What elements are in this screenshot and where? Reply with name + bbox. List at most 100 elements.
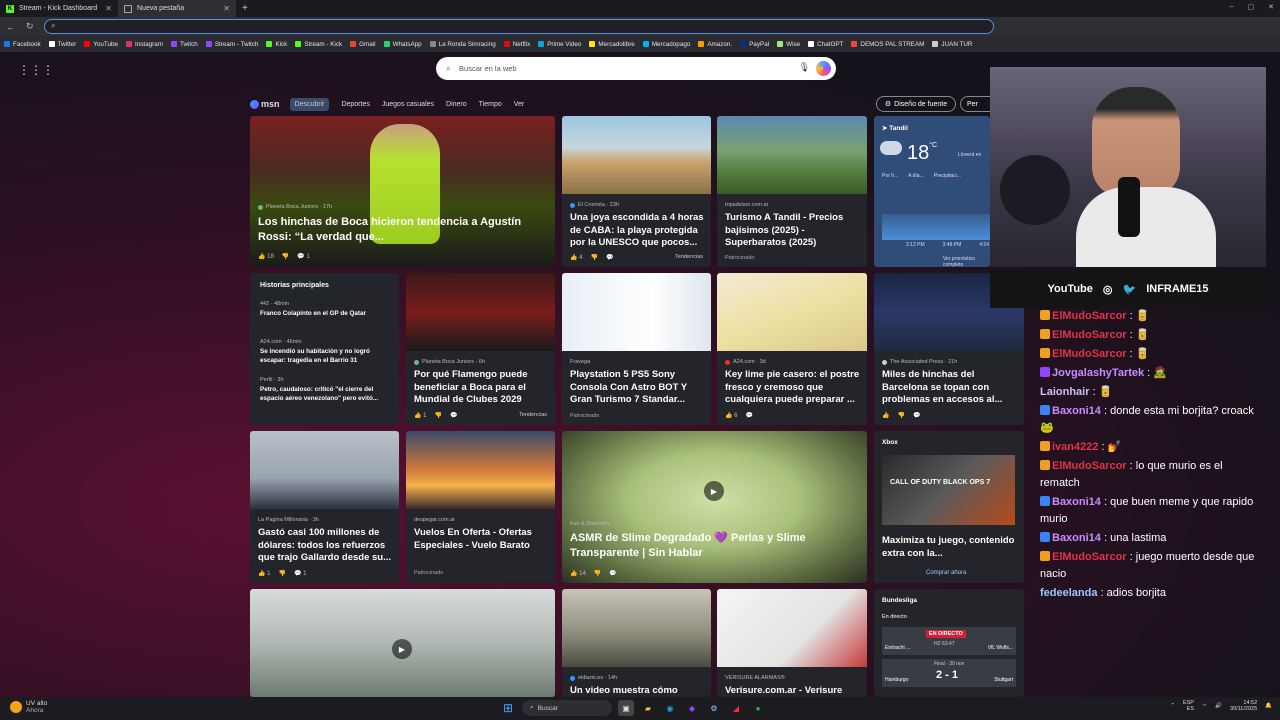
back-icon[interactable]: ←	[6, 22, 20, 32]
bookmark-item[interactable]: La Ronda Simracing	[429, 41, 496, 48]
close-tab-icon[interactable]: ✕	[223, 4, 230, 13]
chat-username[interactable]: ElMudoSarcor	[1052, 551, 1127, 563]
tab-hourly[interactable]: Por h...	[882, 173, 898, 179]
like-icon[interactable]: 👍 14	[570, 570, 586, 577]
comment-icon[interactable]: 💬	[609, 570, 616, 577]
edge-icon[interactable]: ◉	[662, 700, 678, 716]
bookmark-item[interactable]: Kick	[266, 41, 287, 48]
like-icon[interactable]: 👍 6	[725, 412, 737, 419]
news-card-cronista[interactable]: El Cronista · 23h Una joya escondida a 4…	[562, 116, 711, 267]
bookmark-item[interactable]: Wise	[777, 41, 800, 48]
dislike-icon[interactable]: 👎	[282, 253, 289, 260]
chat-username[interactable]: ElMudoSarcor	[1052, 348, 1127, 360]
microphone-icon[interactable]: 🎙	[799, 62, 810, 73]
notifications-icon[interactable]: 🔔	[1265, 703, 1272, 709]
minimize-button[interactable]: –	[1230, 3, 1234, 11]
msn-logo[interactable]: msn	[250, 99, 280, 109]
bookmark-item[interactable]: PayPal	[740, 41, 769, 48]
live-match[interactable]: Eintracht ... EN DIRECTO HZ 63:47 VfL Wo…	[882, 627, 1016, 655]
chat-username[interactable]: ivan4222	[1052, 441, 1098, 453]
file-explorer-icon[interactable]: ▰	[640, 700, 656, 716]
maximize-button[interactable]: ▢	[1248, 3, 1255, 11]
bookmark-item[interactable]: Mercadolibre	[589, 41, 635, 48]
taskbar-search[interactable]: ⌕ Buscar	[522, 700, 612, 716]
play-icon[interactable]: ▶	[392, 639, 412, 659]
bundesliga-card[interactable]: Bundesliga En directo Eintracht ... EN D…	[874, 589, 1024, 697]
bookmark-item[interactable]: Mercadopago	[642, 41, 690, 48]
task-view-icon[interactable]: ▣	[618, 700, 634, 716]
address-input[interactable]: ⌕	[44, 19, 994, 34]
wifi-icon[interactable]: ⌔	[1202, 703, 1207, 710]
weather-widget[interactable]: ➤ Tandil 18°C Lloverá en Por h... A día.…	[874, 116, 990, 267]
nav-deportes[interactable]: Deportes	[341, 101, 369, 108]
discord-icon[interactable]: ◆	[684, 700, 700, 716]
reload-icon[interactable]: ↻	[26, 21, 40, 32]
steam-icon[interactable]: ⚙	[706, 700, 722, 716]
news-card-flamengo[interactable]: Planeta Boca Juniors · 6h Por qué Flamen…	[406, 273, 555, 425]
like-icon[interactable]: 👍 1	[258, 570, 270, 577]
volume-icon[interactable]: 🔊	[1215, 703, 1222, 709]
chat-username[interactable]: JovgalashyTartek	[1052, 367, 1144, 379]
taskbar-weather[interactable]: UV alto Ahora	[10, 700, 47, 714]
xbox-card[interactable]: Xbox CALL OF DUTY BLACK OPS 7 Maximiza t…	[874, 431, 1024, 583]
bookmark-item[interactable]: Amazon.	[698, 41, 732, 48]
forecast-link[interactable]: Ver pronóstico completo	[943, 256, 990, 267]
spotify-icon[interactable]: ●	[750, 700, 766, 716]
ad-card-verisure[interactable]: VERISURE ALARMAS® Verisure.com.ar - Veri…	[717, 589, 867, 697]
tab-new-tab[interactable]: Nueva pestaña ✕	[118, 0, 236, 17]
like-icon[interactable]: 👍 1	[414, 412, 426, 419]
bookmark-item[interactable]: ChatGPT	[808, 41, 843, 48]
news-card-eldiario[interactable]: eldiario.es · 14h Un video muestra cómo	[562, 589, 711, 697]
bookmark-item[interactable]: Twitch	[170, 41, 198, 48]
language-indicator[interactable]: ESP ES	[1183, 700, 1194, 712]
news-card-lime-pie[interactable]: A24.com · 3d Key lime pie casero: el pos…	[717, 273, 867, 425]
dislike-icon[interactable]: 👎	[594, 570, 601, 577]
nav-juegos-casuales[interactable]: Juegos casuales	[382, 101, 434, 108]
final-match[interactable]: Hamburgo Final · 30 nov 2 - 1 Stuttgart	[882, 659, 1016, 687]
play-icon[interactable]: ▶	[704, 481, 724, 501]
like-icon[interactable]: 👍 4	[570, 254, 582, 261]
dislike-icon[interactable]: 👎	[590, 254, 597, 261]
comment-icon[interactable]: 💬	[606, 254, 613, 261]
ad-card-ps5[interactable]: Fravega Playstation 5 PS5 Sony Consola C…	[562, 273, 711, 425]
apps-grid-icon[interactable]: ⋮⋮⋮	[18, 63, 54, 77]
tray-chevron-icon[interactable]: ⌃	[1170, 703, 1175, 709]
dislike-icon[interactable]: 👎	[897, 412, 904, 419]
bookmark-item[interactable]: Instagram	[125, 41, 163, 48]
dislike-icon[interactable]: 👎	[434, 412, 441, 419]
bookmark-item[interactable]: YouTube	[84, 41, 118, 48]
comment-icon[interactable]: 💬	[913, 412, 920, 419]
chat-username[interactable]: Baxoni14	[1052, 532, 1101, 544]
windows-start-icon[interactable]: ⊞	[500, 700, 516, 716]
design-button[interactable]: ⚙ Diseño de fuente	[876, 96, 956, 112]
nav-tiempo[interactable]: Tiempo	[479, 101, 502, 108]
ad-card-vuelos[interactable]: despegar.com.ar Vuelos En Oferta - Ofert…	[406, 431, 555, 583]
dislike-icon[interactable]: 👎	[278, 570, 285, 577]
bookmark-item[interactable]: JUAN TUR	[932, 41, 972, 48]
video-card-slime[interactable]: ▶ Fun & Diversión ASMR de Slime Degradad…	[562, 431, 867, 583]
nav-ver[interactable]: Ver	[514, 101, 525, 108]
bookmark-item[interactable]: DEMOS PAL STREAM	[851, 41, 924, 48]
like-icon[interactable]: 👍	[882, 412, 889, 419]
web-search-box[interactable]: ⌕ Buscar en la web 🎙	[436, 57, 836, 80]
chat-username[interactable]: fedeelanda	[1040, 587, 1097, 599]
like-icon[interactable]: 👍 18	[258, 253, 274, 260]
bookmark-item[interactable]: Netflix	[503, 41, 530, 48]
close-tab-icon[interactable]: ✕	[105, 4, 112, 13]
bookmark-item[interactable]: Twitter	[48, 41, 76, 48]
copilot-icon[interactable]	[816, 61, 831, 76]
bookmark-item[interactable]: Gmail	[350, 41, 376, 48]
tab-kick-dashboard[interactable]: K Stream - Kick Dashboard ✕	[0, 0, 118, 17]
bookmark-item[interactable]: WhatsApp	[383, 41, 422, 48]
story-item[interactable]: Perfil · 3h Petro, caudaloso: criticó "el…	[260, 377, 390, 403]
chat-username[interactable]: Laionhair	[1040, 386, 1090, 398]
nav-dinero[interactable]: Dinero	[446, 101, 467, 108]
news-card-gallardo[interactable]: La Pagina Millonaria · 3h Gastó casi 100…	[250, 431, 399, 583]
bookmark-item[interactable]: Prime Video	[538, 41, 581, 48]
bookmark-item[interactable]: Facebook	[4, 41, 41, 48]
story-item[interactable]: 442 · 48min Franco Colapinto en el GP de …	[260, 301, 390, 318]
tab-precip[interactable]: Precipitaci...	[934, 173, 961, 179]
new-tab-button[interactable]: +	[236, 3, 254, 14]
buy-now-link[interactable]: Comprar ahora	[926, 570, 966, 576]
chat-username[interactable]: ElMudoSarcor	[1052, 310, 1127, 322]
